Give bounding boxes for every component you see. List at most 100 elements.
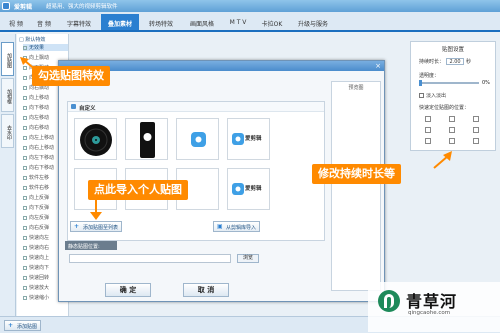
effect-list-item-label: 向右下移动	[29, 165, 55, 171]
position-grid-cell[interactable]	[425, 138, 431, 144]
effect-list-item-label: 向左下移动	[29, 155, 55, 161]
effect-list-item-label: 向上反弹	[29, 195, 50, 201]
preview-label: 预览图	[348, 85, 364, 91]
effect-checkbox[interactable]	[23, 105, 27, 110]
sidebar-tab-add-sticker[interactable]: 加贴图	[1, 42, 14, 76]
sticker-path-label: 静态贴图位置:	[65, 241, 117, 250]
close-icon[interactable]: ×	[375, 62, 381, 70]
effect-list-item-label: 快速向右	[29, 245, 50, 251]
position-grid-cell[interactable]	[449, 138, 455, 144]
opacity-label: 透明度：	[419, 73, 440, 79]
sticker-thumb-app-icon[interactable]	[176, 118, 219, 160]
effect-checkbox[interactable]	[23, 155, 27, 160]
effect-list-item-label: 向右反弹	[29, 225, 50, 231]
effect-checkbox[interactable]	[23, 285, 27, 290]
effect-checkbox[interactable]	[23, 215, 27, 220]
site-watermark: 青草河 qingcaohe.com	[368, 282, 500, 332]
effect-checkbox[interactable]	[23, 185, 27, 190]
title-bar: 爱剪辑 超易用、强大的视频剪辑软件	[0, 0, 500, 12]
fade-checkbox[interactable]	[419, 93, 424, 98]
sticker-thumb-brand-logo-2[interactable]: 爱剪辑	[227, 168, 270, 210]
effect-list-item-label: 快速向左	[29, 235, 50, 241]
effect-list-item-label: 向右移动	[29, 125, 50, 131]
position-grid-cell[interactable]	[473, 138, 479, 144]
effect-list-item-label: 向下移动	[29, 105, 50, 111]
watermark-name: 青草河	[406, 292, 458, 311]
effect-checkbox[interactable]	[23, 135, 27, 140]
opacity-slider[interactable]	[419, 80, 479, 86]
effect-checkbox[interactable]	[23, 165, 27, 170]
effect-checkbox[interactable]	[23, 95, 27, 100]
position-label: 快速定位贴图的位置：	[419, 105, 470, 111]
sidebar-tab-remove-watermark[interactable]: 去水印	[1, 114, 14, 148]
effect-checkbox[interactable]	[23, 145, 27, 150]
app-logo-icon	[2, 2, 10, 10]
effect-checkbox[interactable]	[23, 85, 27, 90]
effect-checkbox[interactable]	[23, 245, 27, 250]
sticker-path-input[interactable]	[69, 254, 231, 263]
tab-mtv[interactable]: M T V	[224, 16, 252, 30]
add-sticker-to-list-button[interactable]: + 添加贴图至列表	[70, 221, 123, 232]
effect-list-item-label: 快速放大	[29, 285, 50, 291]
effect-list-item-label: 无效果	[29, 45, 45, 51]
effect-list-item[interactable]: 无效果	[23, 44, 68, 51]
effect-list-item-label: 快速缩小	[29, 295, 50, 301]
add-sticker-button[interactable]: + 添加贴图	[4, 320, 42, 331]
tab-overlay-materials[interactable]: 叠加素材	[101, 14, 139, 30]
effect-checkbox[interactable]	[23, 175, 27, 180]
custom-panel-header: 自定义	[68, 102, 324, 112]
effect-checkbox[interactable]	[23, 265, 27, 270]
tab-picture-style[interactable]: 画面风格	[183, 16, 221, 30]
trash-icon: ▣	[217, 223, 223, 230]
brand-logo-text: 爱剪辑	[245, 186, 262, 192]
position-grid-cell[interactable]	[473, 127, 479, 133]
tab-upgrade-service[interactable]: 升级与服务	[291, 16, 335, 30]
overlay-category-sidebar: 加贴图 加相框 去水印	[0, 34, 16, 316]
effect-list-item-label: 向下反弹	[29, 205, 50, 211]
position-grid-cell[interactable]	[449, 116, 455, 122]
ok-button[interactable]: 确 定	[105, 283, 151, 297]
effect-list-item-label: 软件右移	[29, 185, 50, 191]
opacity-slider-handle[interactable]	[419, 80, 422, 86]
cancel-button[interactable]: 取 消	[183, 283, 229, 297]
effect-checkbox[interactable]	[23, 115, 27, 120]
position-grid-cell[interactable]	[473, 116, 479, 122]
effect-list-item-label: 向右上移动	[29, 145, 55, 151]
tab-karaoke[interactable]: 卡拉OK	[256, 16, 288, 30]
effect-checkbox[interactable]	[23, 295, 27, 300]
tab-subtitle-effects[interactable]: 字幕特效	[60, 16, 98, 30]
effect-list-item-label: 向左反弹	[29, 215, 50, 221]
position-grid-cell[interactable]	[449, 127, 455, 133]
tab-audio[interactable]: 音 频	[32, 16, 56, 30]
app-icon	[191, 132, 206, 147]
effect-checkbox[interactable]	[23, 255, 27, 260]
duration-input[interactable]: 2.00	[446, 58, 465, 65]
sidebar-tab-add-frame[interactable]: 加相框	[1, 78, 14, 112]
vinyl-record-icon	[80, 124, 112, 156]
effect-list-item-label: 软件左移	[29, 175, 50, 181]
add-sticker-icon: +	[8, 322, 14, 329]
custom-panel-title: 自定义	[79, 106, 96, 112]
effect-checkbox[interactable]	[23, 225, 27, 230]
callout-arrow-select-effect	[20, 57, 39, 73]
position-grid-cell[interactable]	[425, 116, 431, 122]
sticker-thumb-vinyl-record[interactable]	[74, 118, 117, 160]
sticker-thumb-brand-logo-1[interactable]: 爱剪辑	[227, 118, 270, 160]
import-from-library-button[interactable]: ▣ 从剪辑库导入	[213, 221, 261, 232]
effect-checkbox[interactable]	[23, 125, 27, 130]
effect-checkbox[interactable]	[23, 45, 27, 50]
effect-checkbox[interactable]	[23, 205, 27, 210]
tab-transitions[interactable]: 转场特效	[142, 16, 180, 30]
effect-checkbox[interactable]	[23, 275, 27, 280]
browse-button[interactable]: 浏览	[237, 254, 259, 263]
effect-list-item-label: 向上移动	[29, 95, 50, 101]
tab-video[interactable]: 视 频	[4, 16, 28, 30]
sticker-thumb-phone[interactable]	[125, 118, 168, 160]
main-tabs: 视 频 音 频 字幕特效 叠加素材 转场特效 画面风格 M T V 卡拉OK 升…	[0, 12, 500, 32]
fade-row: 淡入淡出	[419, 92, 446, 99]
sticker-settings-panel: 贴图设置 持续时长： 2.00 秒 透明度： 0% 淡入淡出 快速定位贴图的位置：	[410, 41, 496, 151]
effect-group-default[interactable]: □ 默认特效	[19, 36, 45, 43]
position-grid-cell[interactable]	[425, 127, 431, 133]
effect-checkbox[interactable]	[23, 235, 27, 240]
effect-checkbox[interactable]	[23, 195, 27, 200]
